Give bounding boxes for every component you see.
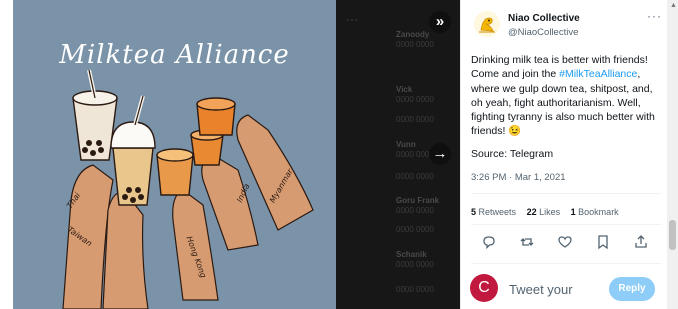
more-options-icon[interactable]: ··· — [647, 9, 662, 23]
ghost-item: 0000 0000 — [396, 225, 434, 234]
tweet-image[interactable]: Milktea Alliance Thai Taiwan Hong Kong I… — [13, 0, 336, 309]
tweet-text: Drinking milk tea is better with friends… — [471, 53, 665, 139]
tweet-panel: Niao Collective @NiaoCollective ··· Drin… — [460, 0, 667, 309]
tweet-stats: 5 Retweets 22 Likes 1 Bookmark — [471, 207, 619, 217]
arm-taiwan — [102, 191, 149, 309]
niao-logo-icon — [474, 11, 500, 37]
scroll-up-icon[interactable]: ▲ — [670, 2, 677, 9]
divider — [471, 263, 661, 264]
tweet-timestamp[interactable]: 3:26 PM · Mar 1, 2021 — [471, 172, 566, 183]
retweets-stat[interactable]: 5 Retweets — [471, 207, 516, 217]
reply-button[interactable]: Reply — [609, 277, 655, 301]
tweet-source: Source: Telegram — [471, 148, 554, 160]
ghost-item: Vick 0000 0000 — [396, 85, 434, 104]
double-chevron-right-icon[interactable]: » — [429, 11, 451, 33]
share-icon[interactable] — [633, 234, 649, 250]
bookmark-icon[interactable] — [595, 234, 611, 250]
cup-2 — [112, 147, 154, 206]
arrow-right-icon[interactable]: → — [429, 143, 451, 165]
retweet-icon[interactable] — [519, 234, 535, 250]
scrollbar-thumb[interactable] — [669, 220, 676, 250]
ghost-item: 0000 0000 — [396, 115, 434, 124]
tweet-actions — [481, 234, 651, 252]
likes-stat[interactable]: 22 Likes — [527, 207, 561, 217]
author-name[interactable]: Niao Collective — [508, 13, 580, 24]
ghost-item: Zanoody 0000 0000 — [396, 30, 434, 49]
scrollbar[interactable]: ▲ — [667, 0, 678, 309]
ghost-item: 0000 0000 — [396, 285, 434, 294]
arm-india — [201, 154, 259, 251]
reply-avatar[interactable]: C — [470, 274, 498, 302]
avatar[interactable] — [473, 10, 501, 38]
cup-1 — [72, 97, 118, 161]
bookmarks-stat[interactable]: 1 Bookmark — [571, 207, 619, 217]
ghost-item: 0000 0000 — [396, 172, 434, 181]
milktea-alliance-caption: Milktea Alliance — [59, 40, 290, 70]
ghost-item: Goru Frank 0000 0000 — [396, 196, 440, 215]
tweet-media-viewer: Milktea Alliance Thai Taiwan Hong Kong I… — [0, 0, 678, 309]
divider — [471, 224, 661, 225]
more-icon: ··· — [346, 12, 358, 26]
hashtag-link[interactable]: #MilkTeaAlliance — [559, 68, 637, 80]
author-handle[interactable]: @NiaoCollective — [508, 27, 578, 38]
reply-icon[interactable] — [481, 234, 497, 250]
like-heart-icon[interactable] — [557, 234, 573, 250]
ghost-item: Schanik 0000 0000 — [396, 250, 434, 269]
reply-input[interactable]: Tweet your — [509, 282, 573, 297]
divider — [471, 193, 661, 194]
